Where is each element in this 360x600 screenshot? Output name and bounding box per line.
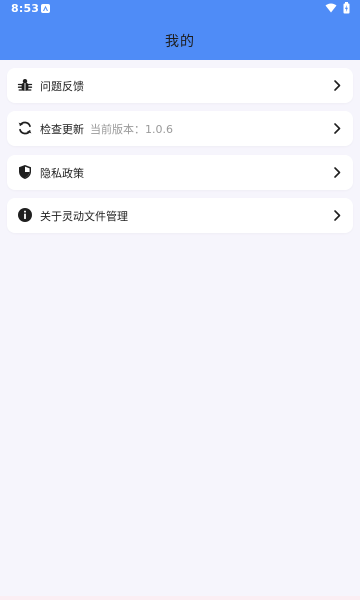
navigation-bar-edge bbox=[0, 596, 360, 600]
menu-item-about[interactable]: 关于灵动文件管理 bbox=[7, 198, 353, 233]
menu-item-privacy-policy[interactable]: 隐私政策 bbox=[7, 155, 353, 190]
current-version-text: 当前版本：1.0.6 bbox=[90, 123, 173, 136]
wifi-icon bbox=[325, 3, 337, 13]
status-bar: 8:53 bbox=[0, 0, 360, 18]
chevron-right-icon bbox=[334, 167, 341, 178]
page-title: 我的 bbox=[165, 34, 195, 50]
menu-item-label: 隐私政策 bbox=[40, 167, 84, 180]
info-icon bbox=[18, 208, 32, 222]
menu-item-check-update[interactable]: 检查更新 当前版本：1.0.6 bbox=[7, 111, 353, 146]
chevron-right-icon bbox=[334, 210, 341, 221]
notification-app-icon bbox=[41, 4, 50, 13]
status-time: 8:53 bbox=[11, 2, 40, 15]
menu-item-label: 检查更新 bbox=[40, 123, 84, 136]
menu-item-label: 问题反馈 bbox=[40, 80, 84, 93]
menu-item-label: 关于灵动文件管理 bbox=[40, 210, 128, 223]
shield-icon bbox=[19, 165, 31, 179]
menu-item-feedback[interactable]: 问题反馈 bbox=[7, 68, 353, 103]
chevron-right-icon bbox=[334, 123, 341, 134]
battery-icon bbox=[343, 2, 350, 14]
bug-icon bbox=[17, 79, 33, 91]
refresh-icon bbox=[18, 121, 32, 135]
chevron-right-icon bbox=[334, 80, 341, 91]
top-app-bar: 8:53 我的 bbox=[0, 0, 360, 60]
